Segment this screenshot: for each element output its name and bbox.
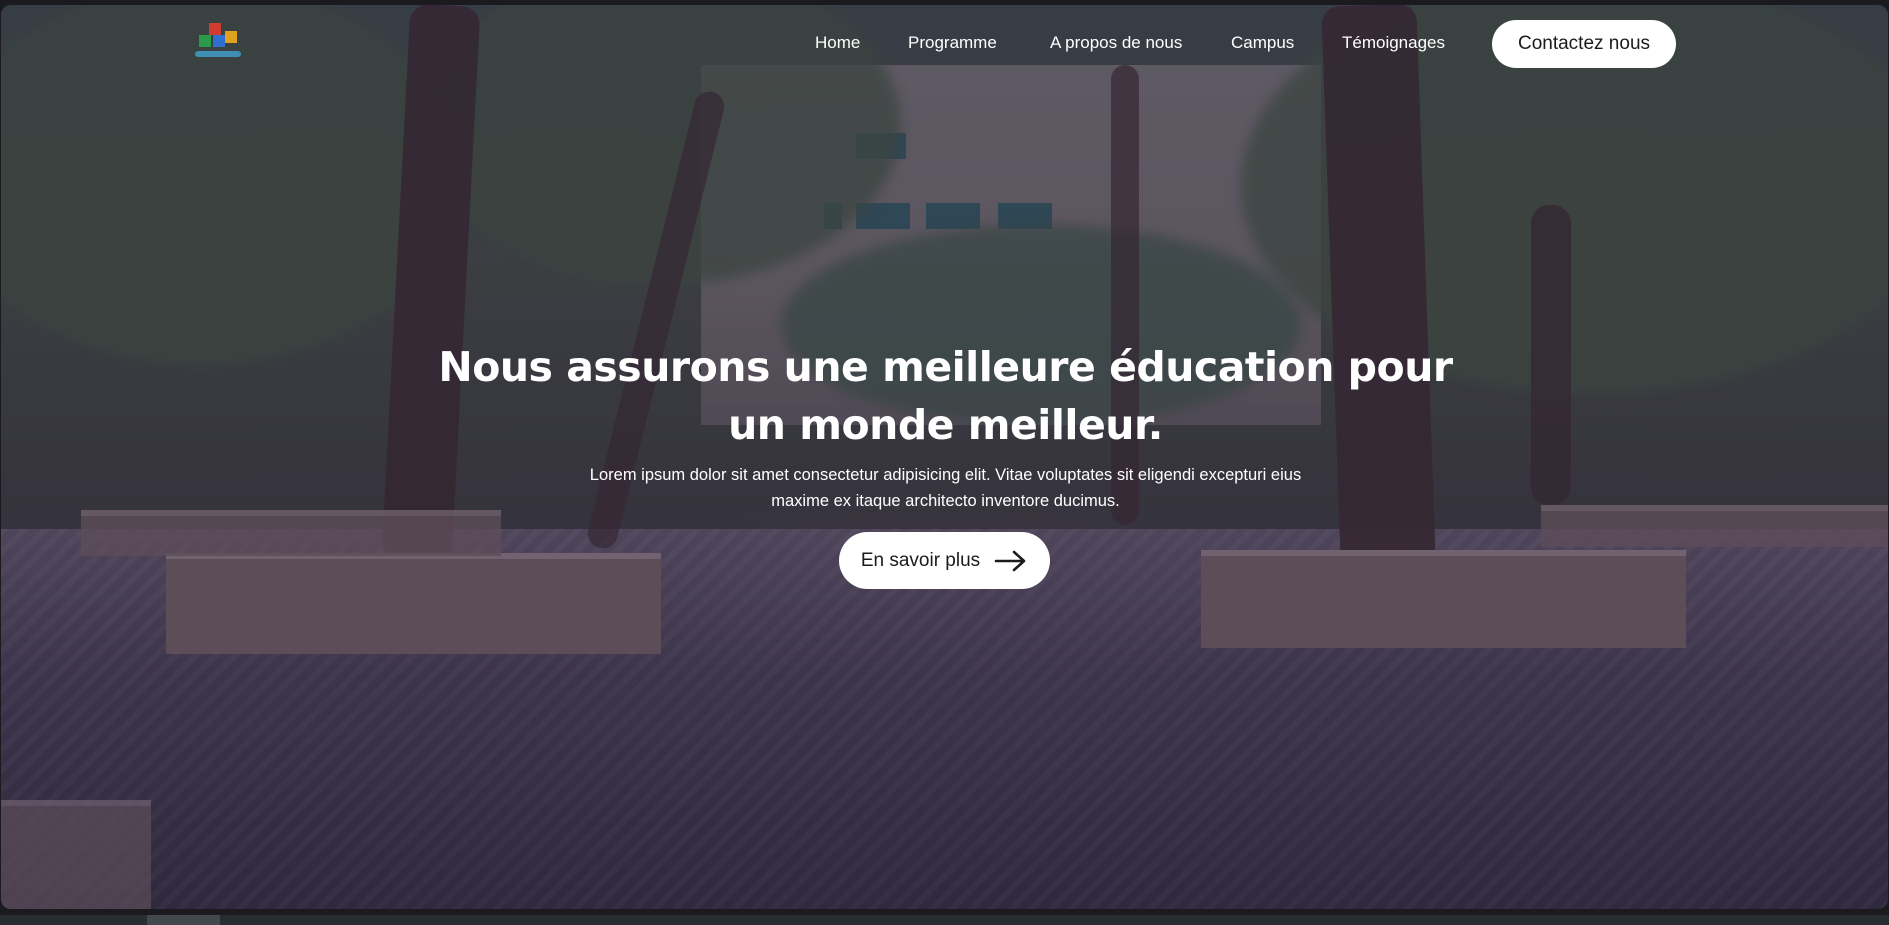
- taskbar-tab[interactable]: [147, 915, 220, 925]
- hero-headline: Nous assurons une meilleure éducation po…: [1, 338, 1888, 454]
- top-navbar: Home Programme A propos de nous Campus T…: [1, 5, 1888, 85]
- nav-link-home[interactable]: Home: [815, 33, 860, 53]
- hero-dark-overlay: [1, 5, 1888, 909]
- school-logo-icon[interactable]: [195, 21, 241, 63]
- hero-headline-line2: un monde meilleur.: [728, 401, 1163, 449]
- hero-subtitle: Lorem ipsum dolor sit amet consectetur a…: [1, 462, 1888, 514]
- hero-headline-line1: Nous assurons une meilleure éducation po…: [438, 343, 1453, 391]
- hero-section: Home Programme A propos de nous Campus T…: [1, 5, 1888, 909]
- learn-more-button[interactable]: En savoir plus: [839, 532, 1050, 589]
- nav-link-testimonials[interactable]: Témoignages: [1342, 33, 1445, 53]
- taskbar-strip: [0, 915, 1889, 925]
- arrow-right-icon: [994, 550, 1026, 571]
- nav-link-campus[interactable]: Campus: [1231, 33, 1294, 53]
- contact-button[interactable]: Contactez nous: [1492, 20, 1676, 68]
- hero-subtitle-line1: Lorem ipsum dolor sit amet consectetur a…: [589, 466, 1302, 484]
- hero-subtitle-line2: maxime ex itaque architecto inventore du…: [771, 492, 1120, 510]
- nav-link-about[interactable]: A propos de nous: [1050, 33, 1182, 53]
- learn-more-label: En savoir plus: [860, 549, 981, 571]
- nav-link-programme[interactable]: Programme: [908, 33, 997, 53]
